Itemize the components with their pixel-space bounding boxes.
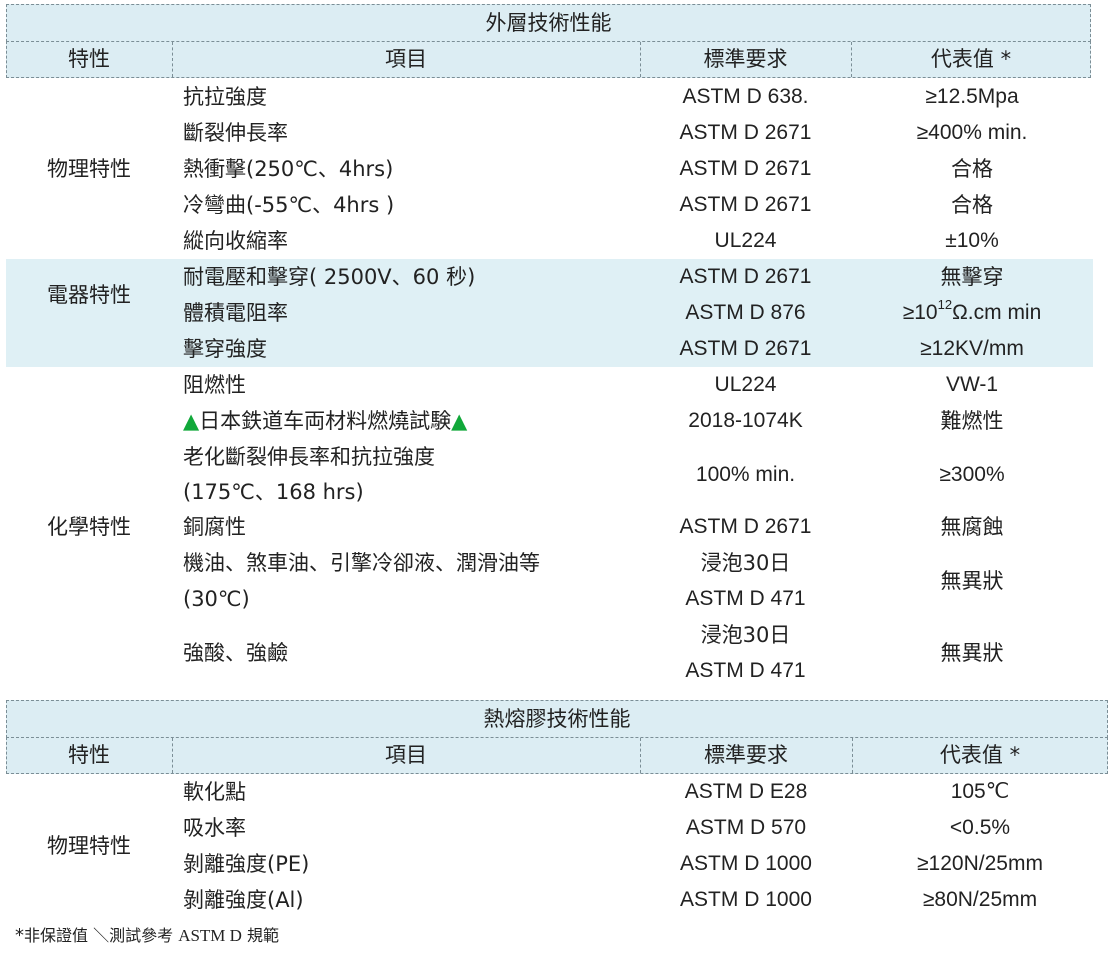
value-cell: 合格 xyxy=(951,157,993,181)
table2-header-feature: 特性 xyxy=(68,743,110,767)
table2-title: 熱熔膠技術性能 xyxy=(483,707,631,731)
item-cell-line1: 機油、煞車油、引擎冷卻液、潤滑油等 xyxy=(183,551,540,575)
value-cell: ≥400% min. xyxy=(916,121,1028,144)
standard-cell-line2: ASTM D 471 xyxy=(685,659,806,682)
item-cell: 強酸、強鹼 xyxy=(183,641,288,665)
group-label-physical: 物理特性 xyxy=(47,157,131,181)
item-cell: 吸水率 xyxy=(183,816,246,840)
group-label-chemical: 化學特性 xyxy=(47,515,131,539)
value-cell: 合格 xyxy=(951,193,993,217)
value-cell: ≥1012Ω.cm min xyxy=(902,297,1042,324)
standard-cell: ASTM D 638. xyxy=(682,85,809,108)
standard-cell: UL224 xyxy=(714,229,777,252)
green-triangle-icon: ▲ xyxy=(451,409,468,433)
item-cell: 軟化點 xyxy=(183,780,246,804)
value-cell: 無異狀 xyxy=(940,641,1004,665)
table1-header-feature: 特性 xyxy=(68,47,110,71)
table1-header-standard: 標準要求 xyxy=(703,47,788,71)
value-cell: 無異狀 xyxy=(940,569,1004,593)
item-cell: 抗拉強度 xyxy=(183,85,267,109)
standard-cell: ASTM D 2671 xyxy=(679,265,812,288)
standard-cell: 2018-1074K xyxy=(688,409,803,432)
item-cell: 體積電阻率 xyxy=(183,301,288,325)
item-cell: 擊穿強度 xyxy=(183,337,267,361)
table2-header-standard: 標準要求 xyxy=(704,743,788,767)
value-cell: 無擊穿 xyxy=(940,265,1004,289)
standard-cell: ASTM D E28 xyxy=(684,780,808,803)
item-cell: 斷裂伸長率 xyxy=(183,121,288,145)
item-cell: 阻燃性 xyxy=(183,373,246,397)
standard-cell: ASTM D 2671 xyxy=(679,193,812,216)
footnote: *非保證值 ＼測試參考 ASTM D 規範 xyxy=(15,925,280,946)
item-cell: 銅腐性 xyxy=(183,515,246,539)
table2-header-item: 項目 xyxy=(385,743,427,767)
item-cell: 熱衝擊(250℃、4hrs) xyxy=(183,157,394,181)
value-cell: 105℃ xyxy=(950,780,1010,803)
standard-cell: UL224 xyxy=(714,373,777,396)
table1-header-value: 代表值 * xyxy=(930,47,1012,71)
item-cell: ▲日本鉄道车両材料燃燒試験▲ xyxy=(183,409,468,433)
standard-cell: 100% min. xyxy=(695,463,796,486)
item-cell-line1: 老化斷裂伸長率和抗拉強度 xyxy=(183,445,435,469)
standard-cell: ASTM D 2671 xyxy=(679,121,812,144)
standard-cell: ASTM D 2671 xyxy=(679,157,812,180)
standard-cell: ASTM D 876 xyxy=(685,301,806,324)
table1-title: 外層技術性能 xyxy=(485,11,612,35)
value-cell: <0.5% xyxy=(949,816,1011,839)
green-triangle-icon: ▲ xyxy=(183,409,200,433)
item-cell-line2: (30℃) xyxy=(183,587,250,611)
value-cell: 難燃性 xyxy=(940,409,1004,433)
standard-cell: ASTM D 1000 xyxy=(680,888,812,911)
value-cell: ≥80N/25mm xyxy=(922,888,1038,911)
value-cell: ≥12.5Mpa xyxy=(925,85,1019,108)
item-cell-line2: (175℃、168 hrs) xyxy=(183,480,364,504)
group-label-physical: 物理特性 xyxy=(47,834,131,858)
item-cell: 冷彎曲(-55℃、4hrs ) xyxy=(183,193,395,217)
standard-cell: ASTM D 1000 xyxy=(680,852,812,875)
table1-header-item: 項目 xyxy=(385,47,427,71)
standard-cell: ASTM D 2671 xyxy=(679,337,812,360)
value-cell: ≥12KV/mm xyxy=(920,337,1024,360)
standard-cell-line1: 浸泡30日 xyxy=(700,623,791,647)
standard-cell-line1: 浸泡30日 xyxy=(700,551,791,575)
item-cell: 耐電壓和擊穿( 2500V、60 秒) xyxy=(183,265,476,289)
value-cell: 無腐蝕 xyxy=(940,515,1004,539)
value-cell: ≥300% xyxy=(939,463,1005,486)
item-cell: 剝離強度(PE) xyxy=(183,852,310,876)
standard-cell: ASTM D 2671 xyxy=(679,515,812,538)
value-cell: ±10% xyxy=(945,229,999,252)
group-label-electrical: 電器特性 xyxy=(47,283,131,307)
table2-header-value: 代表值 * xyxy=(939,743,1021,767)
item-cell: 剝離強度(Al) xyxy=(183,888,304,912)
value-cell: VW-1 xyxy=(945,373,999,396)
standard-cell: ASTM D 570 xyxy=(685,816,807,839)
item-cell: 縱向收縮率 xyxy=(183,229,288,253)
standard-cell-line2: ASTM D 471 xyxy=(685,587,806,610)
value-cell: ≥120N/25mm xyxy=(917,852,1043,875)
